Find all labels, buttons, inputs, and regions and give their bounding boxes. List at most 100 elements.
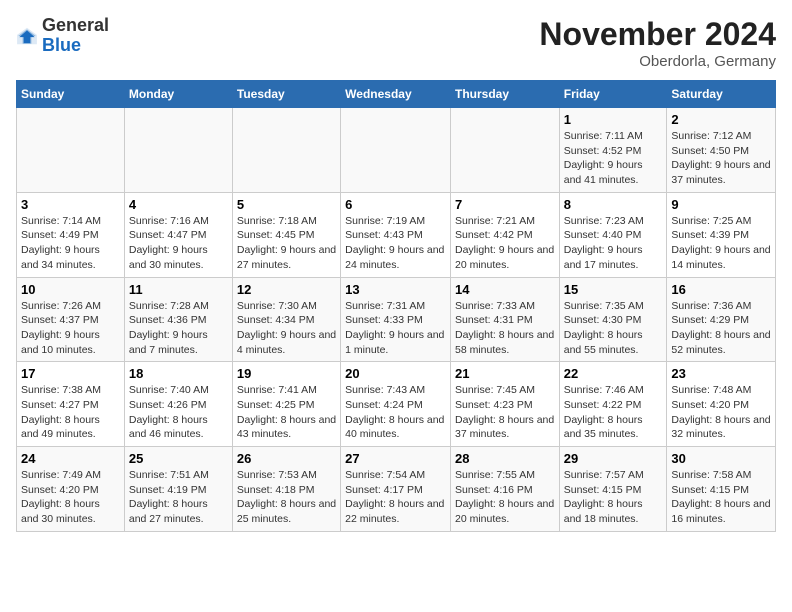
day-info: Sunrise: 7:55 AM Sunset: 4:16 PM Dayligh… <box>455 468 555 527</box>
day-number: 12 <box>237 282 336 297</box>
day-number: 26 <box>237 451 336 466</box>
calendar-cell: 27 Sunrise: 7:54 AM Sunset: 4:17 PM Dayli… <box>341 447 451 532</box>
day-info: Sunrise: 7:18 AM Sunset: 4:45 PM Dayligh… <box>237 214 336 273</box>
day-info: Sunrise: 7:43 AM Sunset: 4:24 PM Dayligh… <box>345 383 446 442</box>
calendar-cell: 22 Sunrise: 7:46 AM Sunset: 4:22 PM Dayli… <box>559 362 667 447</box>
week-row-0: 1 Sunrise: 7:11 AM Sunset: 4:52 PM Daylig… <box>17 108 776 193</box>
calendar-cell: 3 Sunrise: 7:14 AM Sunset: 4:49 PM Daylig… <box>17 192 125 277</box>
page-title: November 2024 <box>539 16 776 53</box>
calendar-cell: 8 Sunrise: 7:23 AM Sunset: 4:40 PM Daylig… <box>559 192 667 277</box>
calendar-cell: 17Sunrise: 7:38 AM Sunset: 4:27 PM Dayli… <box>17 362 125 447</box>
day-number: 11 <box>129 282 228 297</box>
day-info: Sunrise: 7:21 AM Sunset: 4:42 PM Dayligh… <box>455 214 555 273</box>
day-number: 9 <box>671 197 771 212</box>
calendar-cell: 9 Sunrise: 7:25 AM Sunset: 4:39 PM Daylig… <box>667 192 776 277</box>
day-info: Sunrise: 7:23 AM Sunset: 4:40 PM Dayligh… <box>564 214 663 273</box>
day-number: 22 <box>564 366 663 381</box>
day-info: Sunrise: 7:54 AM Sunset: 4:17 PM Dayligh… <box>345 468 446 527</box>
day-info: Sunrise: 7:35 AM Sunset: 4:30 PM Dayligh… <box>564 299 663 358</box>
day-number: 3 <box>21 197 120 212</box>
calendar-table: SundayMondayTuesdayWednesdayThursdayFrid… <box>16 80 776 532</box>
logo: General Blue <box>16 16 109 56</box>
day-number: 27 <box>345 451 446 466</box>
calendar-cell: 11 Sunrise: 7:28 AM Sunset: 4:36 PM Dayli… <box>124 277 232 362</box>
day-info: Sunrise: 7:46 AM Sunset: 4:22 PM Dayligh… <box>564 383 663 442</box>
calendar-cell <box>124 108 232 193</box>
calendar-cell <box>17 108 125 193</box>
day-number: 18 <box>129 366 228 381</box>
calendar-cell: 7 Sunrise: 7:21 AM Sunset: 4:42 PM Daylig… <box>450 192 559 277</box>
calendar-cell: 10Sunrise: 7:26 AM Sunset: 4:37 PM Dayli… <box>17 277 125 362</box>
calendar-cell: 5 Sunrise: 7:18 AM Sunset: 4:45 PM Daylig… <box>232 192 340 277</box>
weekday-header-wednesday: Wednesday <box>341 81 451 108</box>
day-number: 16 <box>671 282 771 297</box>
day-info: Sunrise: 7:28 AM Sunset: 4:36 PM Dayligh… <box>129 299 228 358</box>
calendar-cell: 6 Sunrise: 7:19 AM Sunset: 4:43 PM Daylig… <box>341 192 451 277</box>
day-number: 2 <box>671 112 771 127</box>
day-number: 7 <box>455 197 555 212</box>
day-info: Sunrise: 7:58 AM Sunset: 4:15 PM Dayligh… <box>671 468 771 527</box>
day-number: 21 <box>455 366 555 381</box>
logo-icon <box>16 25 38 47</box>
day-number: 25 <box>129 451 228 466</box>
calendar-cell: 20 Sunrise: 7:43 AM Sunset: 4:24 PM Dayli… <box>341 362 451 447</box>
calendar-cell: 25 Sunrise: 7:51 AM Sunset: 4:19 PM Dayli… <box>124 447 232 532</box>
logo-general: General <box>42 16 109 36</box>
logo-blue: Blue <box>42 36 109 56</box>
day-number: 5 <box>237 197 336 212</box>
week-row-2: 10Sunrise: 7:26 AM Sunset: 4:37 PM Dayli… <box>17 277 776 362</box>
day-number: 28 <box>455 451 555 466</box>
page-header: General Blue November 2024 Oberdorla, Ge… <box>16 16 776 70</box>
page-subtitle: Oberdorla, Germany <box>539 53 776 70</box>
day-info: Sunrise: 7:36 AM Sunset: 4:29 PM Dayligh… <box>671 299 771 358</box>
calendar-cell: 12Sunrise: 7:30 AM Sunset: 4:34 PM Dayli… <box>232 277 340 362</box>
day-info: Sunrise: 7:11 AM Sunset: 4:52 PM Dayligh… <box>564 129 663 188</box>
calendar-cell <box>341 108 451 193</box>
weekday-header-thursday: Thursday <box>450 81 559 108</box>
day-info: Sunrise: 7:51 AM Sunset: 4:19 PM Dayligh… <box>129 468 228 527</box>
day-info: Sunrise: 7:57 AM Sunset: 4:15 PM Dayligh… <box>564 468 663 527</box>
day-info: Sunrise: 7:31 AM Sunset: 4:33 PM Dayligh… <box>345 299 446 358</box>
day-info: Sunrise: 7:25 AM Sunset: 4:39 PM Dayligh… <box>671 214 771 273</box>
day-number: 30 <box>671 451 771 466</box>
calendar-cell: 14Sunrise: 7:33 AM Sunset: 4:31 PM Dayli… <box>450 277 559 362</box>
day-info: Sunrise: 7:49 AM Sunset: 4:20 PM Dayligh… <box>21 468 120 527</box>
day-info: Sunrise: 7:16 AM Sunset: 4:47 PM Dayligh… <box>129 214 228 273</box>
calendar-cell: 21Sunrise: 7:45 AM Sunset: 4:23 PM Dayli… <box>450 362 559 447</box>
calendar-cell: 1 Sunrise: 7:11 AM Sunset: 4:52 PM Daylig… <box>559 108 667 193</box>
day-number: 24 <box>21 451 120 466</box>
title-block: November 2024 Oberdorla, Germany <box>539 16 776 70</box>
calendar-cell: 2 Sunrise: 7:12 AM Sunset: 4:50 PM Daylig… <box>667 108 776 193</box>
weekday-header-row: SundayMondayTuesdayWednesdayThursdayFrid… <box>17 81 776 108</box>
day-number: 13 <box>345 282 446 297</box>
day-info: Sunrise: 7:33 AM Sunset: 4:31 PM Dayligh… <box>455 299 555 358</box>
day-info: Sunrise: 7:40 AM Sunset: 4:26 PM Dayligh… <box>129 383 228 442</box>
weekday-header-tuesday: Tuesday <box>232 81 340 108</box>
day-number: 29 <box>564 451 663 466</box>
calendar-cell: 13 Sunrise: 7:31 AM Sunset: 4:33 PM Dayli… <box>341 277 451 362</box>
day-info: Sunrise: 7:19 AM Sunset: 4:43 PM Dayligh… <box>345 214 446 273</box>
day-number: 8 <box>564 197 663 212</box>
day-number: 20 <box>345 366 446 381</box>
day-info: Sunrise: 7:48 AM Sunset: 4:20 PM Dayligh… <box>671 383 771 442</box>
day-info: Sunrise: 7:12 AM Sunset: 4:50 PM Dayligh… <box>671 129 771 188</box>
day-number: 6 <box>345 197 446 212</box>
day-number: 10 <box>21 282 120 297</box>
calendar-cell: 4Sunrise: 7:16 AM Sunset: 4:47 PM Daylig… <box>124 192 232 277</box>
day-number: 1 <box>564 112 663 127</box>
calendar-cell: 18 Sunrise: 7:40 AM Sunset: 4:26 PM Dayli… <box>124 362 232 447</box>
day-info: Sunrise: 7:41 AM Sunset: 4:25 PM Dayligh… <box>237 383 336 442</box>
day-number: 19 <box>237 366 336 381</box>
day-number: 17 <box>21 366 120 381</box>
week-row-3: 17Sunrise: 7:38 AM Sunset: 4:27 PM Dayli… <box>17 362 776 447</box>
calendar-cell: 23Sunrise: 7:48 AM Sunset: 4:20 PM Dayli… <box>667 362 776 447</box>
day-info: Sunrise: 7:14 AM Sunset: 4:49 PM Dayligh… <box>21 214 120 273</box>
calendar-cell <box>232 108 340 193</box>
calendar-cell: 28 Sunrise: 7:55 AM Sunset: 4:16 PM Dayli… <box>450 447 559 532</box>
weekday-header-friday: Friday <box>559 81 667 108</box>
day-info: Sunrise: 7:53 AM Sunset: 4:18 PM Dayligh… <box>237 468 336 527</box>
calendar-cell: 24 Sunrise: 7:49 AM Sunset: 4:20 PM Dayli… <box>17 447 125 532</box>
week-row-1: 3 Sunrise: 7:14 AM Sunset: 4:49 PM Daylig… <box>17 192 776 277</box>
day-number: 15 <box>564 282 663 297</box>
weekday-header-monday: Monday <box>124 81 232 108</box>
